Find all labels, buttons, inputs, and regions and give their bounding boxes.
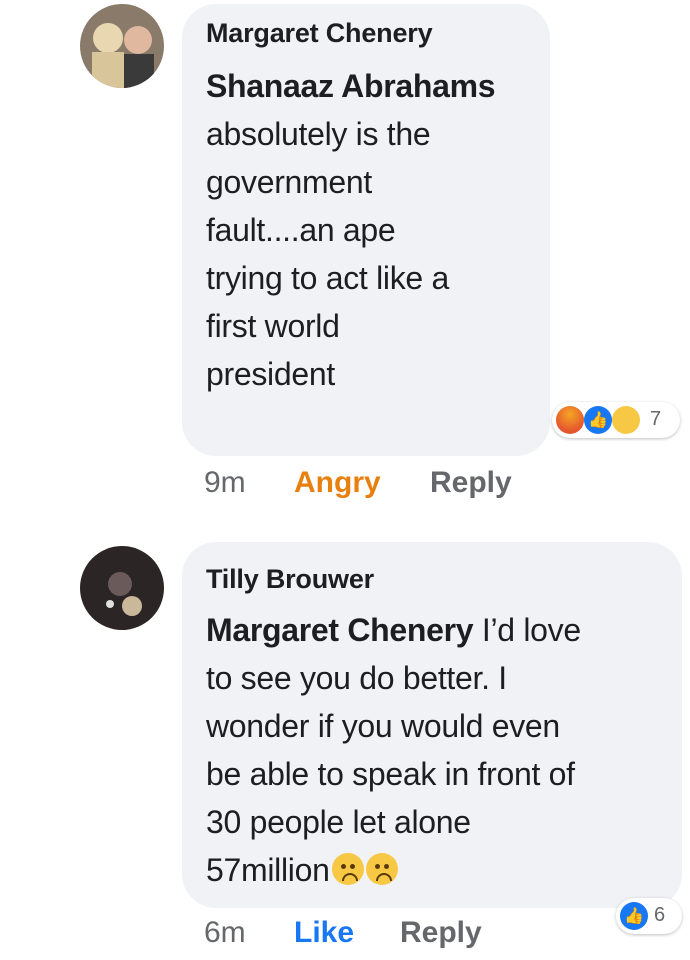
reaction-summary[interactable]: 👍 7 bbox=[552, 402, 680, 438]
comment-margaret: Margaret Chenery Shanaaz Abrahams absolu… bbox=[0, 0, 690, 520]
text-fragment: I’d love bbox=[473, 612, 581, 648]
timestamp[interactable]: 6m bbox=[204, 916, 246, 950]
angry-reaction-button[interactable]: Angry bbox=[294, 466, 381, 500]
reaction-summary[interactable]: 👍 6 bbox=[616, 898, 682, 934]
text-line: wonder if you would even bbox=[206, 708, 560, 744]
text-line: president bbox=[206, 356, 335, 392]
text-line: trying to act like a bbox=[206, 260, 450, 296]
author-name[interactable]: Margaret Chenery bbox=[206, 18, 433, 49]
reply-button[interactable]: Reply bbox=[400, 916, 482, 950]
comment-tilly: Tilly Brouwer Margaret Chenery I’d love … bbox=[0, 530, 690, 960]
like-reaction-icon: 👍 bbox=[584, 406, 612, 434]
mention-link[interactable]: Margaret Chenery bbox=[206, 612, 474, 648]
text-line: absolutely is the bbox=[206, 116, 431, 152]
text-line: government bbox=[206, 164, 372, 200]
worried-face-icon bbox=[365, 853, 398, 885]
wow-reaction-icon bbox=[612, 406, 640, 434]
like-reaction-icon: 👍 bbox=[620, 902, 648, 930]
author-name[interactable]: Tilly Brouwer bbox=[206, 564, 374, 595]
text-line: be able to speak in front of bbox=[206, 756, 575, 792]
timestamp[interactable]: 9m bbox=[204, 466, 246, 500]
text-line: first world bbox=[206, 308, 340, 344]
avatar[interactable] bbox=[80, 546, 164, 630]
text-line: Margaret Chenery I’d love bbox=[206, 606, 676, 654]
comment-text: Margaret Chenery I’d love to see you do … bbox=[206, 606, 676, 894]
reaction-count: 6 bbox=[654, 904, 666, 926]
reaction-count: 7 bbox=[650, 408, 662, 430]
avatar-photo-icon bbox=[80, 4, 164, 88]
text-line: 57million bbox=[206, 846, 676, 894]
worried-face-icon bbox=[331, 853, 364, 885]
mention-link[interactable]: Shanaaz Abrahams bbox=[206, 62, 546, 110]
comment-text: Shanaaz Abrahams absolutely is the gover… bbox=[206, 62, 546, 398]
avatar[interactable] bbox=[80, 4, 164, 88]
text-line: 30 people let alone bbox=[206, 804, 471, 840]
text-fragment: 57million bbox=[206, 852, 330, 888]
angry-reaction-icon bbox=[556, 406, 584, 434]
avatar-photo-icon bbox=[80, 546, 164, 630]
like-button[interactable]: Like bbox=[294, 916, 354, 950]
reply-button[interactable]: Reply bbox=[430, 466, 512, 500]
text-line: to see you do better. I bbox=[206, 660, 507, 696]
text-line: fault....an ape bbox=[206, 212, 396, 248]
